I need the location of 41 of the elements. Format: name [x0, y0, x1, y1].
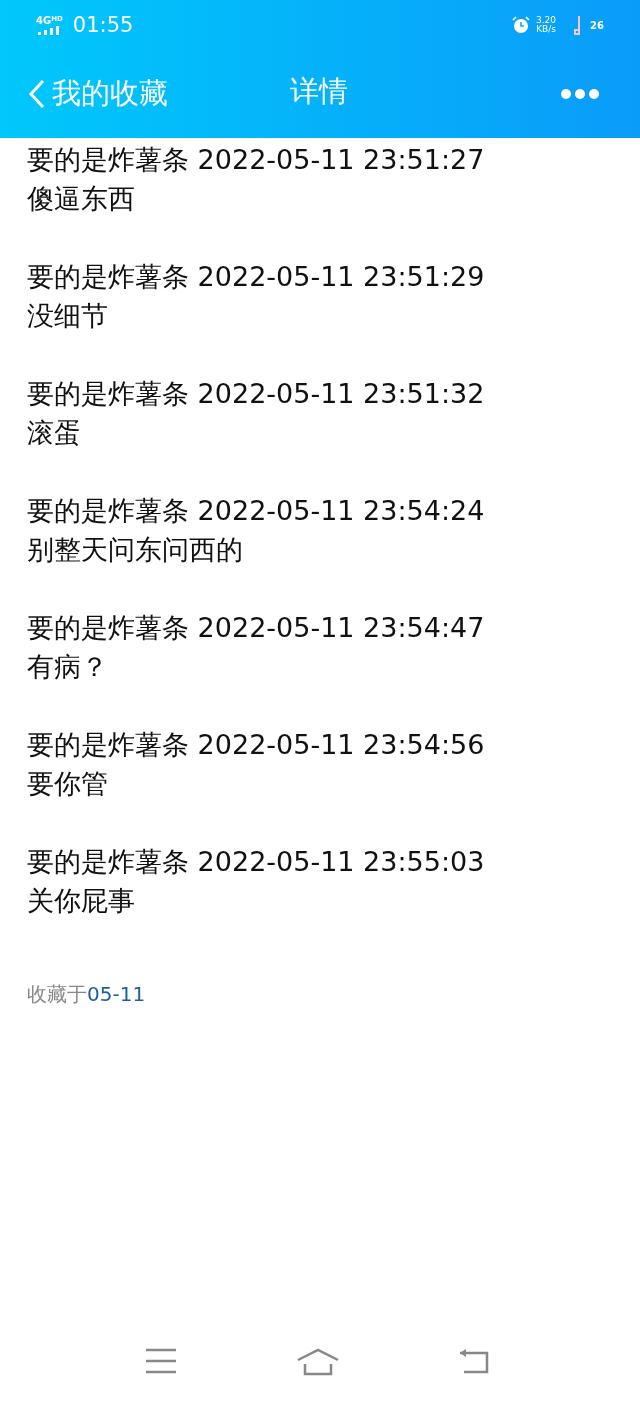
message-text: 要你管 — [27, 767, 109, 801]
favorite-date: 05-11 — [87, 982, 146, 1006]
message-time: 2022-05-11 23:55:03 — [197, 846, 485, 877]
more-icon — [560, 88, 600, 100]
sender-name: 要的是炸薯条 — [27, 261, 189, 292]
status-time: 01:55 — [72, 13, 134, 37]
message-text: 没细节 — [27, 299, 109, 333]
message-time: 2022-05-11 23:54:56 — [197, 729, 485, 760]
sender-name: 要的是炸薯条 — [27, 144, 189, 175]
sender-name: 要的是炸薯条 — [27, 729, 189, 760]
message-text: 滚蛋 — [27, 416, 82, 450]
return-arrow-icon — [458, 1348, 490, 1374]
signal-icon — [36, 25, 62, 35]
sender-name: 要的是炸薯条 — [27, 495, 189, 526]
alarm-clock-icon — [512, 16, 531, 34]
sender-name: 要的是炸薯条 — [27, 612, 189, 643]
page-title: 详情 — [290, 73, 348, 110]
network-speed: 3.20 — [536, 16, 557, 25]
message-time: 2022-05-11 23:54:47 — [197, 612, 485, 643]
menu-icon — [145, 1348, 177, 1374]
favorite-label: 收藏于 — [27, 982, 87, 1006]
message-text: 别整天问东问西的 — [27, 533, 244, 567]
speed-unit: KB/s — [536, 25, 556, 34]
back-button[interactable]: 我的收藏 — [28, 74, 168, 114]
message-text: 傻逼东西 — [27, 182, 136, 216]
message-text: 有病？ — [27, 650, 109, 684]
back-nav-button[interactable] — [458, 1348, 490, 1374]
message-time: 2022-05-11 23:51:32 — [197, 378, 485, 409]
message-time: 2022-05-11 23:54:24 — [197, 495, 485, 526]
home-button[interactable] — [295, 1348, 340, 1376]
sender-name: 要的是炸薯条 — [27, 378, 189, 409]
message-text: 关你屁事 — [27, 884, 136, 918]
more-button[interactable] — [560, 88, 600, 100]
battery-level: 26 — [590, 19, 604, 31]
home-icon — [295, 1348, 340, 1376]
message-time: 2022-05-11 23:51:27 — [197, 144, 485, 175]
message-time: 2022-05-11 23:51:29 — [197, 261, 485, 292]
menu-button[interactable] — [145, 1348, 177, 1374]
network-label: 4G — [36, 15, 52, 26]
sender-name: 要的是炸薯条 — [27, 846, 189, 877]
chevron-left-icon — [28, 79, 46, 109]
